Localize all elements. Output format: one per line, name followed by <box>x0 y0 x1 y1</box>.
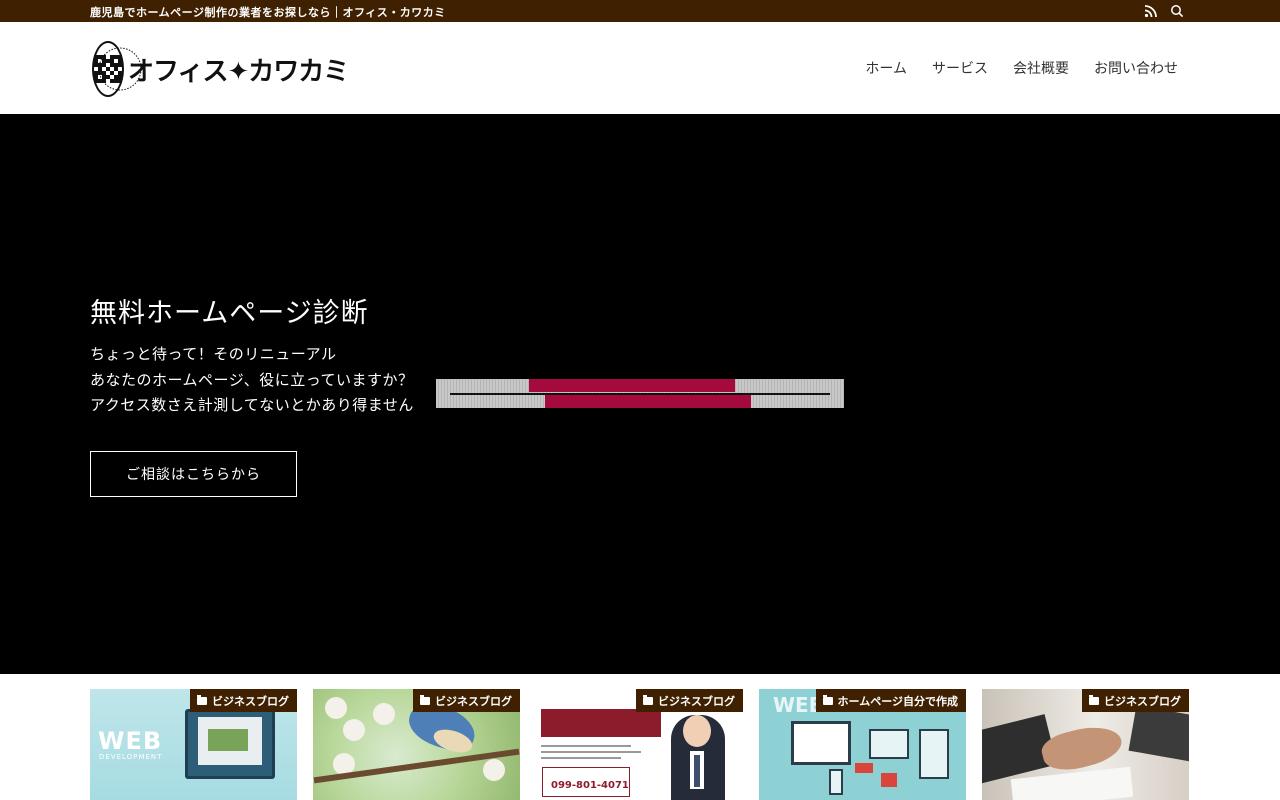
screen-illustration <box>198 717 262 765</box>
category-label: ホームページ自分で作成 <box>837 694 958 708</box>
monitor-illustration <box>791 721 851 765</box>
category-badge[interactable]: ビジネスブログ <box>190 689 297 712</box>
hero-banner-image <box>436 379 844 408</box>
site-tagline: 鹿児島でホームページ制作の業者をお探しなら｜オフィス・カワカミ <box>90 6 446 19</box>
banner-bar <box>545 395 751 408</box>
logo-wordmark: オフィス✦カワカミ <box>128 56 349 87</box>
post-card[interactable]: ビジネスブログ <box>313 689 520 800</box>
rss-icon[interactable] <box>1144 3 1158 18</box>
nav-item-contact[interactable]: お問い合わせ <box>1094 58 1178 78</box>
site-header: オフィス✦カワカミ ホーム サービス 会社概要 お問い合わせ <box>0 22 1280 114</box>
consultation-button[interactable]: ご相談はこちらから <box>90 451 297 497</box>
hero-lead-line: アクセス数さえ計測してないとかあり得ません <box>90 396 414 414</box>
category-label: ビジネスブログ <box>1104 694 1181 708</box>
folder-icon <box>822 694 833 705</box>
post-card[interactable]: 099-801-4071 ビジネスブログ <box>536 689 743 800</box>
top-bar: 鹿児島でホームページ制作の業者をお探しなら｜オフィス・カワカミ <box>0 0 1280 22</box>
logo-seal-icon <box>92 41 142 97</box>
hero-lead-line: あなたのホームページ、役に立っていますか？ <box>90 370 414 389</box>
thumb-phone: 099-801-4071 <box>551 780 629 791</box>
nav-item-home[interactable]: ホーム <box>865 58 907 78</box>
banner-bar <box>529 379 735 392</box>
flyer-banner <box>541 709 661 737</box>
hero-slider: 無料ホームページ診断 ちょっと待って！そのリニューアル あなたのホームページ、役… <box>0 114 1280 674</box>
category-badge[interactable]: ビジネスブログ <box>1082 689 1189 712</box>
site-logo[interactable]: オフィス✦カワカミ <box>92 40 349 98</box>
category-label: ビジネスブログ <box>435 694 512 708</box>
folder-icon <box>420 694 430 705</box>
category-label: ビジネスブログ <box>658 694 735 708</box>
folder-icon <box>1089 694 1099 705</box>
post-card[interactable]: WEB ホームページ自分で作成 <box>759 689 966 800</box>
category-badge[interactable]: ビジネスブログ <box>413 689 520 712</box>
thumb-subtext: DEVELOPMENT <box>99 753 163 761</box>
thumb-text: WEB <box>98 727 163 755</box>
nav-item-services[interactable]: サービス <box>932 58 988 78</box>
category-label: ビジネスブログ <box>212 694 289 708</box>
folder-icon <box>197 694 207 705</box>
post-card[interactable]: ビジネスブログ <box>982 689 1189 800</box>
hero-lead: ちょっと待って！そのリニューアル あなたのホームページ、役に立っていますか？ ア… <box>90 342 414 419</box>
search-icon[interactable] <box>1170 3 1184 18</box>
main-nav: ホーム サービス 会社概要 お問い合わせ <box>865 58 1178 78</box>
post-card-row: WEB DEVELOPMENT ビジネスブログ ビジネスブログ 099-801-… <box>90 689 1190 800</box>
post-card[interactable]: WEB DEVELOPMENT ビジネスブログ <box>90 689 297 800</box>
category-badge[interactable]: ビジネスブログ <box>636 689 743 712</box>
folder-icon <box>643 694 653 705</box>
hero-lead-line: ちょっと待って！そのリニューアル <box>90 345 337 363</box>
top-bar-icons <box>1144 3 1184 18</box>
nav-item-company[interactable]: 会社概要 <box>1013 58 1069 78</box>
category-badge[interactable]: ホームページ自分で作成 <box>815 689 966 712</box>
phone-box: 099-801-4071 <box>542 767 630 797</box>
hero-title: 無料ホームページ診断 <box>90 298 369 329</box>
